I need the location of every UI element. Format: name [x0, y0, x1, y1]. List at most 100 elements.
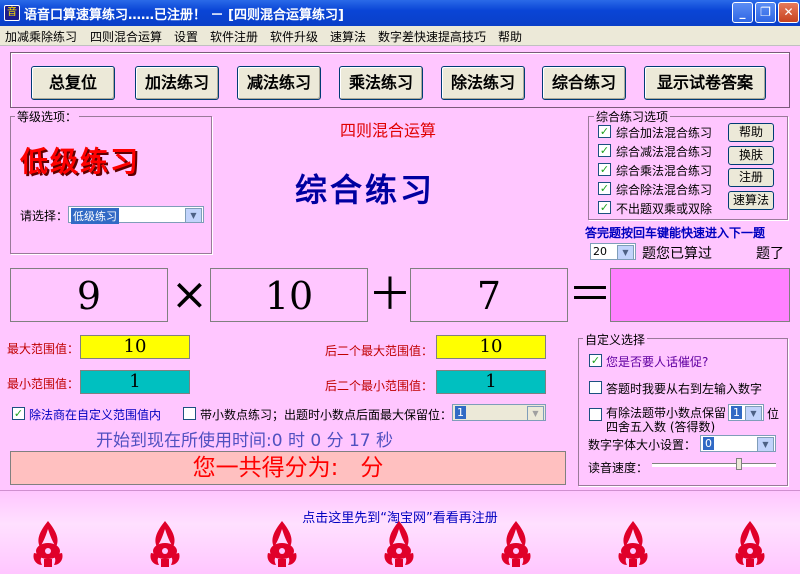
- font-size-select[interactable]: 0 ▼: [700, 435, 776, 452]
- custom-group-label: 自定义选择: [583, 331, 648, 348]
- level-select[interactable]: 低级练习 ▼: [68, 206, 204, 224]
- chevron-down-icon[interactable]: ▼: [527, 406, 544, 421]
- flower-ornament-icon: [33, 521, 63, 567]
- flower-ornament-icon: [735, 521, 765, 567]
- decimal-checkbox[interactable]: [183, 407, 196, 420]
- multiplication-practice-button[interactable]: 乘法练习: [339, 66, 423, 100]
- round-checkbox[interactable]: [589, 408, 602, 421]
- level-select-value: 低级练习: [71, 208, 119, 224]
- help-button[interactable]: 帮助: [728, 123, 774, 142]
- mixed-ops-subtitle: 四则混合运算: [340, 121, 437, 140]
- menu-register[interactable]: 软件注册: [210, 28, 258, 45]
- urge-checkbox[interactable]: ✓: [589, 354, 602, 367]
- last2-min-label: 后二个最小范围值：: [325, 379, 434, 393]
- answer-input[interactable]: [610, 268, 790, 322]
- mix-options-label: 综合练习选项: [594, 108, 671, 125]
- last2-max-input[interactable]: 10: [436, 335, 546, 359]
- speed-slider-track[interactable]: [652, 463, 776, 467]
- mix-add-label: 综合加法混合练习: [616, 126, 713, 140]
- chevron-down-icon[interactable]: ▼: [745, 406, 762, 421]
- flower-ornament-icon: [618, 521, 648, 567]
- elapsed-timer: 开始到现在所使用时间:0 时 0 分 17 秒: [96, 431, 394, 451]
- menu-upgrade[interactable]: 软件升级: [270, 28, 318, 45]
- min-range-input[interactable]: 1: [80, 370, 190, 394]
- operand-a: 9: [10, 268, 168, 322]
- close-button[interactable]: ✕: [778, 2, 799, 23]
- speed-slider-thumb[interactable]: [736, 458, 742, 470]
- urge-label: 您是否要人话催促?: [606, 355, 709, 369]
- mix-mul-checkbox[interactable]: ✓: [598, 163, 611, 176]
- menu-speed-calc[interactable]: 速算法: [330, 28, 366, 45]
- mix-div-label: 综合除法混合练习: [616, 183, 713, 197]
- speed-calc-button[interactable]: 速算法: [728, 191, 774, 210]
- speed-label: 读音速度：: [588, 461, 649, 475]
- chevron-down-icon[interactable]: ▼: [757, 437, 774, 452]
- max-range-label: 最大范围值：: [7, 342, 80, 356]
- rtl-input-label: 答题时我要从右到左输入数字: [606, 382, 763, 396]
- level-group: [10, 116, 212, 254]
- mix-add-checkbox[interactable]: ✓: [598, 125, 611, 138]
- level-group-label: 等级选项：: [15, 108, 80, 125]
- chevron-down-icon[interactable]: ▼: [617, 245, 634, 260]
- divisor-range-label: 除法商在自定义范围值内: [29, 408, 162, 422]
- mix-sub-checkbox[interactable]: ✓: [598, 144, 611, 157]
- comprehensive-title: 综合练习: [295, 171, 436, 209]
- mix-sub-label: 综合减法混合练习: [616, 145, 713, 159]
- register-button[interactable]: 注册: [728, 168, 774, 187]
- minimize-button[interactable]: _: [732, 2, 753, 23]
- enter-tip: 答完题按回车键能快速进入下一题: [585, 226, 766, 240]
- score-text: 您一共得分为: 分: [192, 455, 384, 481]
- last2-min-input[interactable]: 1: [436, 370, 546, 394]
- last2-max-label: 后二个最大范围值：: [325, 344, 434, 358]
- title-bar: 音 语音口算速算练习……已注册！ － [四则混合运算练习] _ ❐ ✕: [0, 0, 800, 26]
- divisor-range-checkbox[interactable]: ✓: [12, 407, 25, 420]
- no-double-checkbox[interactable]: ✓: [598, 201, 611, 214]
- round-note: 四舍五入数 (答得数): [606, 420, 716, 434]
- flower-ornament-icon: [384, 521, 414, 567]
- max-range-input[interactable]: 10: [80, 335, 190, 359]
- multiply-operator: ×: [171, 269, 208, 320]
- mix-mul-label: 综合乘法混合练习: [616, 164, 713, 178]
- equals-operator: ＝: [568, 269, 612, 320]
- mix-div-checkbox[interactable]: ✓: [598, 182, 611, 195]
- menu-settings[interactable]: 设置: [174, 28, 198, 45]
- menu-add-sub-mul-div[interactable]: 加减乘除练习: [5, 28, 77, 45]
- decimal-places-value: 1: [455, 406, 466, 419]
- window-title: 语音口算速算练习……已注册！ － [四则混合运算练习]: [24, 8, 344, 23]
- question-count-value: 20: [593, 245, 607, 258]
- operand-b: 10: [210, 268, 368, 322]
- decimal-places-select[interactable]: 1 ▼: [452, 404, 546, 421]
- round-places-select[interactable]: 1 ▼: [728, 404, 764, 421]
- done-suffix: 题了: [756, 246, 784, 262]
- reset-all-button[interactable]: 总复位: [31, 66, 115, 100]
- question-count-select[interactable]: 20 ▼: [590, 243, 636, 260]
- level-select-label: 请选择：: [20, 209, 69, 223]
- subtraction-practice-button[interactable]: 减法练习: [237, 66, 321, 100]
- min-range-label: 最小范围值：: [7, 377, 80, 391]
- no-double-label: 不出题双乘或双除: [616, 202, 713, 216]
- skin-button[interactable]: 换肤: [728, 146, 774, 165]
- comprehensive-practice-button[interactable]: 综合练习: [542, 66, 626, 100]
- flower-ornament-icon: [150, 521, 180, 567]
- restore-button[interactable]: ❐: [755, 2, 776, 23]
- font-size-value: 0: [703, 437, 714, 450]
- plus-operator: ＋: [368, 269, 412, 320]
- menu-help[interactable]: 帮助: [498, 28, 522, 45]
- menu-bar: 加减乘除练习 四则混合运算 设置 软件注册 软件升级 速算法 数字差快速提高技巧…: [0, 26, 800, 46]
- division-practice-button[interactable]: 除法练习: [441, 66, 525, 100]
- app-icon[interactable]: 音: [4, 5, 20, 21]
- round-places-value: 1: [731, 406, 742, 419]
- flower-ornament-icon: [267, 521, 297, 567]
- round-unit: 位: [767, 407, 780, 421]
- done-label: 题您已算过: [642, 246, 712, 262]
- menu-digit-tips[interactable]: 数字差快速提高技巧: [378, 28, 486, 45]
- decimal-label: 带小数点练习；出题时小数点后面最大保留位：: [200, 408, 453, 422]
- level-title: 低级练习: [20, 145, 141, 178]
- menu-mixed-ops[interactable]: 四则混合运算: [90, 28, 162, 45]
- show-answers-button[interactable]: 显示试卷答案: [644, 66, 766, 100]
- chevron-down-icon[interactable]: ▼: [185, 208, 202, 223]
- addition-practice-button[interactable]: 加法练习: [135, 66, 219, 100]
- operand-c: 7: [410, 268, 568, 322]
- rtl-input-checkbox[interactable]: [589, 381, 602, 394]
- flower-ornament-icon: [501, 521, 531, 567]
